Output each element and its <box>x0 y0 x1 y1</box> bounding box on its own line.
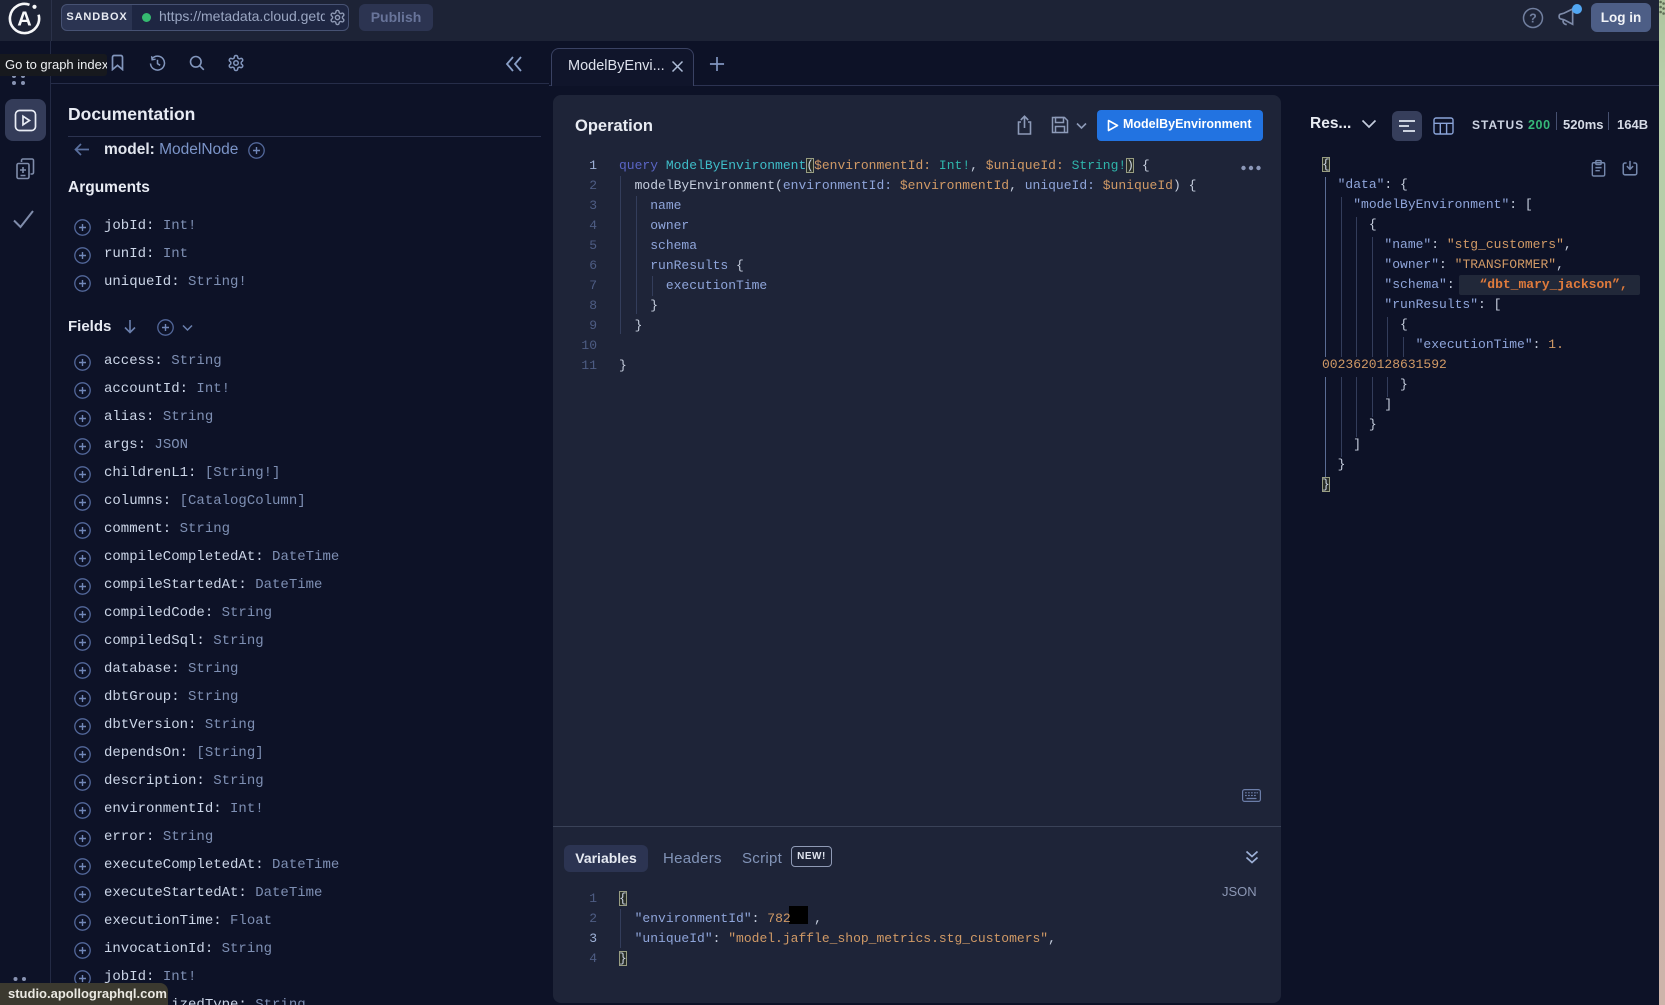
svg-text:A: A <box>17 9 31 31</box>
svg-text:?: ? <box>1529 12 1537 26</box>
